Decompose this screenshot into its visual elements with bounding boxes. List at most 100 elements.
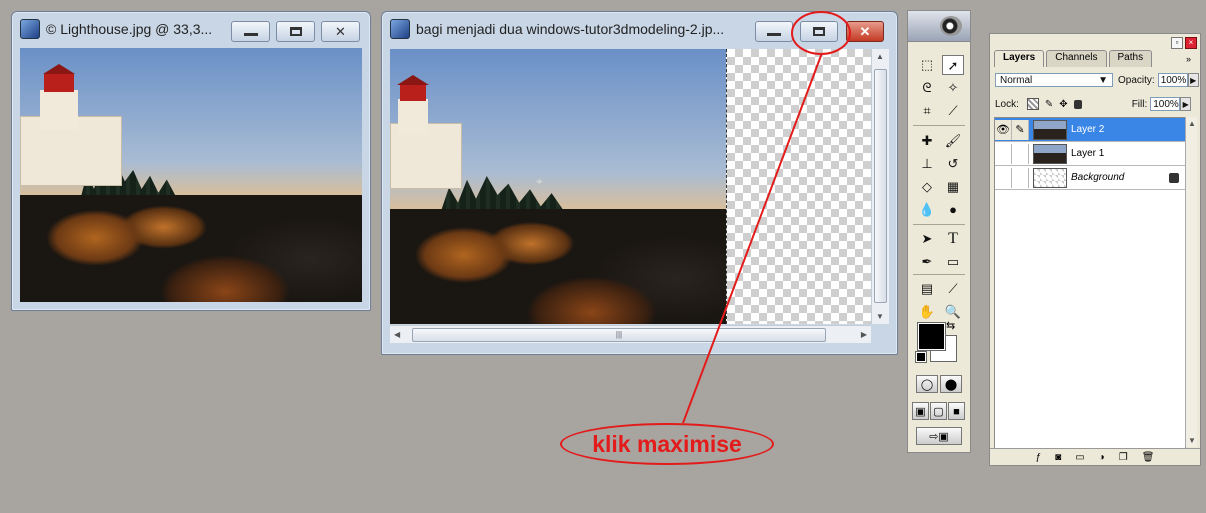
scroll-down-icon[interactable]: ▼ (876, 312, 884, 321)
lock-label: Lock: (995, 98, 1019, 110)
dodge-tool-icon[interactable]: ● (942, 200, 964, 220)
slice-tool-icon[interactable]: ⟋ (942, 101, 964, 121)
layer-thumbnail (1033, 143, 1067, 164)
swap-colors-icon[interactable]: ⇆ (946, 319, 955, 332)
eyedropper-tool-icon[interactable]: ⟋ (942, 279, 964, 299)
layer-visibility-eye-icon[interactable]: 👁 (995, 119, 1012, 140)
vertical-scrollbar[interactable]: ▲ ▼ (871, 49, 889, 324)
layer-row-layer-2[interactable]: 👁 ✎ Layer 2 (995, 118, 1185, 142)
panel-close-icon[interactable]: × (1185, 37, 1197, 49)
close-icon: ✕ (859, 23, 871, 39)
divider (913, 224, 965, 225)
fill-field[interactable]: 100% (1150, 97, 1181, 111)
tools-palette-header[interactable] (908, 11, 970, 42)
default-colors-icon[interactable] (915, 351, 927, 363)
layer-row-background[interactable]: Background (995, 166, 1185, 190)
adobe-eye-icon (940, 16, 962, 36)
move-tool-icon[interactable]: ➚ (942, 55, 964, 75)
blur-tool-icon[interactable]: 💧 (916, 200, 938, 220)
scroll-left-icon[interactable]: ◀ (394, 330, 400, 339)
vertical-scroll-thumb[interactable] (874, 69, 887, 303)
opacity-field[interactable]: 100% (1157, 73, 1188, 87)
layer-name[interactable]: Layer 1 (1071, 148, 1185, 159)
split-image-left[interactable]: ⌖ (390, 49, 726, 324)
maximize-button[interactable] (276, 21, 315, 42)
eraser-tool-icon[interactable]: ◇ (916, 177, 938, 197)
transparent-canvas-area[interactable] (726, 49, 872, 324)
scroll-right-icon[interactable]: ▶ (861, 330, 867, 339)
scroll-up-icon[interactable]: ▲ (1188, 119, 1196, 128)
scroll-down-icon[interactable]: ▼ (1188, 436, 1196, 445)
panel-tabs: Layers Channels Paths (994, 50, 1154, 67)
close-button[interactable]: ✕ (321, 21, 360, 42)
standard-screen-mode-button[interactable]: ▣ (912, 402, 929, 420)
layer-edit-brush-icon[interactable]: ✎ (1012, 119, 1029, 140)
close-icon: ✕ (335, 23, 346, 39)
new-layer-icon[interactable]: ❐ (1119, 452, 1128, 463)
lighthouse-image[interactable] (20, 48, 362, 302)
bagi-window[interactable]: bagi menjadi dua windows-tutor3dmodeling… (381, 11, 898, 355)
lasso-tool-icon[interactable]: ᘓ (916, 78, 938, 98)
standard-mode-button[interactable]: ◯ (916, 375, 938, 393)
photoshop-doc-icon (390, 19, 410, 39)
layer-name[interactable]: Layer 2 (1071, 124, 1185, 135)
pen-tool-icon[interactable]: ✒ (916, 252, 938, 272)
layer-visibility-toggle[interactable] (995, 167, 1012, 188)
full-screen-menu-mode-button[interactable]: ▢ (930, 402, 947, 420)
adjustment-layer-icon[interactable]: ◑ (1099, 452, 1105, 463)
full-screen-mode-button[interactable]: ■ (948, 402, 965, 420)
blend-mode-select[interactable]: Normal ▼ (995, 73, 1113, 87)
magic-wand-tool-icon[interactable]: ✧ (942, 78, 964, 98)
close-button[interactable]: ✕ (846, 21, 884, 42)
quick-mask-button[interactable]: ⬤ (940, 375, 962, 393)
fill-slider-arrow-icon[interactable]: ▶ (1180, 97, 1192, 111)
path-selection-tool-icon[interactable]: ➤ (916, 229, 938, 249)
tab-layers[interactable]: Layers (994, 50, 1045, 67)
horizontal-scroll-thumb[interactable]: ||| (412, 328, 826, 342)
clone-stamp-tool-icon[interactable]: ⊥ (916, 154, 938, 174)
jump-to-imageready-button[interactable]: ⇨▣ (916, 427, 962, 445)
lock-all-icon[interactable] (1073, 99, 1082, 109)
maximize-button[interactable] (800, 21, 838, 42)
layer-row-layer-1[interactable]: Layer 1 (995, 142, 1185, 166)
lighthouse-titlebar[interactable]: © Lighthouse.jpg @ 33,3... (12, 12, 370, 46)
lock-position-icon[interactable]: ✥ (1059, 99, 1067, 110)
layer-name[interactable]: Background (1071, 172, 1169, 183)
layer-visibility-toggle[interactable] (995, 143, 1012, 164)
history-brush-tool-icon[interactable]: ↺ (942, 154, 964, 174)
layer-link-toggle[interactable] (1012, 167, 1029, 188)
annotation-text: klik maximise (592, 430, 742, 457)
tab-channels[interactable]: Channels (1046, 50, 1107, 67)
layer-mask-icon[interactable]: ◙ (1055, 452, 1061, 463)
layers-scrollbar[interactable]: ▲ ▼ (1185, 117, 1197, 447)
lock-image-icon[interactable]: ✎ (1045, 99, 1053, 110)
gradient-tool-icon[interactable]: ▦ (942, 177, 964, 197)
annotation-label: klik maximise (560, 423, 774, 465)
trash-icon[interactable]: 🗑 (1142, 452, 1155, 463)
panel-menu-icon[interactable]: » (1186, 54, 1191, 64)
minimize-button[interactable] (755, 21, 793, 42)
notes-tool-icon[interactable]: ▤ (916, 279, 938, 299)
panel-minimize-icon[interactable]: ▫ (1171, 37, 1183, 49)
scroll-up-icon[interactable]: ▲ (876, 52, 884, 61)
type-tool-icon[interactable]: T (942, 229, 964, 249)
new-layer-set-icon[interactable]: ▭ (1075, 452, 1084, 463)
horizontal-scrollbar[interactable]: ◀ ||| ▶ (390, 325, 871, 343)
opacity-slider-arrow-icon[interactable]: ▶ (1187, 73, 1199, 87)
healing-brush-tool-icon[interactable]: ✚ (916, 131, 938, 151)
foreground-color-swatch[interactable] (917, 322, 946, 351)
tab-paths[interactable]: Paths (1108, 50, 1153, 67)
rectangle-shape-tool-icon[interactable]: ▭ (942, 252, 964, 272)
lighthouse-window[interactable]: © Lighthouse.jpg @ 33,3... ✕ (11, 11, 371, 311)
layer-link-toggle[interactable] (1012, 143, 1029, 164)
hand-tool-icon[interactable]: ✋ (916, 302, 938, 322)
brush-tool-icon[interactable]: 🖌 (942, 131, 964, 151)
minimize-button[interactable] (231, 21, 270, 42)
layer-list: 👁 ✎ Layer 2 Layer 1 Background (994, 117, 1186, 449)
blend-row: Normal ▼ Opacity: 100% ▶ (995, 73, 1199, 87)
layer-style-icon[interactable]: ƒ (1036, 452, 1042, 463)
rectangular-marquee-tool-icon[interactable]: ⬚ (916, 55, 938, 75)
crop-tool-icon[interactable]: ⌗ (916, 101, 938, 121)
maximize-icon (813, 27, 825, 36)
lock-transparency-icon[interactable] (1026, 98, 1039, 110)
